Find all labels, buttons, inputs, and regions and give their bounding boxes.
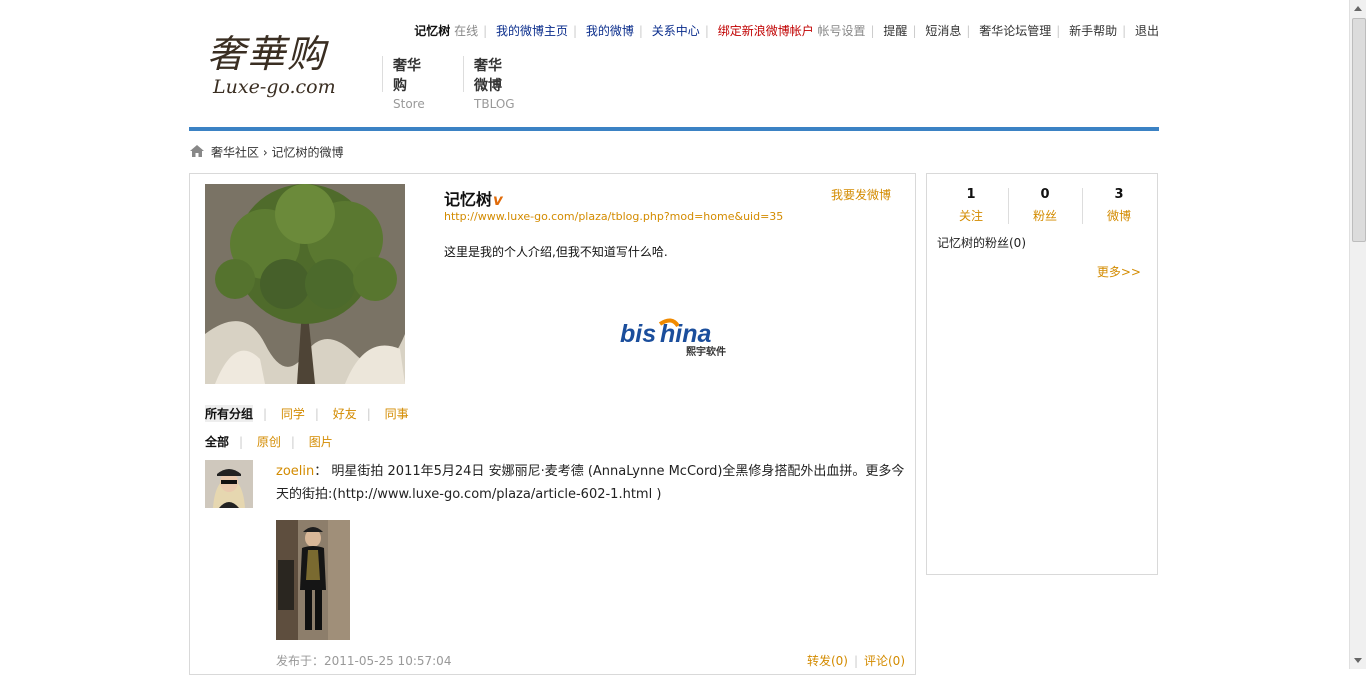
sidebar-panel: 1 关注 0 粉丝 3 微博 记忆树的粉丝(0) 更多>> [926,173,1158,575]
feed-author[interactable]: zoelin [276,464,314,479]
scroll-thumb[interactable] [1352,18,1366,242]
more-fans-link[interactable]: 更多>> [1097,263,1141,280]
comment-button[interactable]: 评论(0) [864,654,905,668]
group-colleagues[interactable]: 同事 [385,405,409,422]
scroll-down-icon[interactable] [1354,658,1362,663]
stat-following[interactable]: 1 关注 [935,186,1007,225]
mainnav-tblog[interactable]: 奢华微博 TBLOG [463,56,515,111]
scroll-up-icon[interactable] [1354,6,1362,11]
feed-time: 发布于：2011-05-25 10:57:04 [276,654,452,668]
feed-image[interactable] [276,520,350,640]
feed-text: zoelin： 明星街拍 2011年5月24日 安娜丽尼·麦考德 (AnnaLy… [276,460,906,506]
logo-cn: 奢華购 [207,32,328,76]
group-filter: 所有分组 | 同学 | 好友 | 同事 [205,405,409,422]
stat-followers[interactable]: 0 粉丝 [1009,186,1081,225]
group-friends[interactable]: 好友 [333,405,357,422]
profile-name: 记忆树v [444,186,503,210]
svg-text:bis: bis [620,320,656,348]
top-nav: 记忆树 在线 | 我的微博主页 | 我的微博 | 关系中心 | 绑定新浪微博帐户 帐号设… [414,22,1159,39]
stat-posts-num: 3 [1114,187,1124,202]
user-stats: 1 关注 0 粉丝 3 微博 [935,186,1149,226]
stat-followers-num: 0 [1040,187,1050,202]
nav-bind-sina[interactable]: 绑定新浪微博帐户 [718,22,814,39]
profile-panel: 记忆树v 我要发微博 http://www.luxe-go.com/plaza/… [189,173,916,675]
tab-all[interactable]: 全部 [205,435,229,449]
feed-content: 明星街拍 2011年5月24日 安娜丽尼·麦考德 (AnnaLynne McCo… [276,464,905,502]
header-divider [189,127,1159,131]
stat-posts-label: 微博 [1106,209,1131,223]
feed-actions: 转发(0) | 评论(0) [806,654,905,668]
mainnav-tblog-sub: TBLOG [474,97,515,111]
nav-logout[interactable]: 退出 [1135,22,1159,39]
post-weibo-button[interactable]: 我要发微博 [831,186,891,203]
feed-author-avatar[interactable] [205,460,253,508]
forward-button[interactable]: 转发(0) [807,654,848,668]
home-icon[interactable] [189,144,205,162]
online-status: 在线 [454,24,479,38]
feed-colon: ： [314,464,328,479]
profile-name-text: 记忆树 [444,190,493,209]
nav-my-weibo[interactable]: 我的微博 [586,22,634,39]
stat-posts[interactable]: 3 微博 [1083,186,1155,225]
ad-sub: 熙宇软件 [686,345,726,358]
nav-reminders[interactable]: 提醒 [883,22,907,39]
logo-en: Luxe-go.com [213,76,336,98]
stat-followers-label: 粉丝 [1032,209,1057,223]
breadcrumb-home[interactable]: 奢华社区 [211,146,259,160]
profile-avatar[interactable] [205,184,405,384]
site-logo[interactable]: 奢華购 Luxe-go.com [207,32,347,112]
nav-relations[interactable]: 关系中心 [652,22,700,39]
tab-images[interactable]: 图片 [309,435,333,449]
mainnav-store-title: 奢华购 [393,58,421,94]
ad-banner[interactable]: bis hina 熙宇软件 [620,312,740,362]
mainnav-store-sub: Store [393,97,425,111]
stat-following-num: 1 [966,187,976,202]
verified-icon: v [493,191,503,209]
group-all[interactable]: 所有分组 [205,405,254,422]
feed-tabs: 全部 | 原创 | 图片 [205,435,333,449]
profile-intro: 这里是我的个人介绍,但我不知道写什么哈. [444,245,668,259]
nav-help[interactable]: 新手帮助 [1069,22,1117,39]
current-user[interactable]: 记忆树 [414,22,450,39]
fans-title: 记忆树的粉丝(0) [937,236,1026,250]
page-scrollbar[interactable] [1349,0,1366,669]
svg-text:hina: hina [660,320,711,348]
mainnav-tblog-title: 奢华微博 [474,58,502,94]
nav-messages[interactable]: 短消息 [925,22,961,39]
mainnav-store[interactable]: 奢华购 Store [382,56,425,111]
nav-forum-admin[interactable]: 奢华论坛管理 [979,22,1051,39]
nav-account-settings[interactable]: 帐号设置 [818,22,866,39]
group-classmates[interactable]: 同学 [281,405,305,422]
nav-my-home[interactable]: 我的微博主页 [496,22,568,39]
tab-original[interactable]: 原创 [257,435,281,449]
breadcrumb-sep: › [262,145,268,160]
stat-following-label: 关注 [958,209,983,223]
breadcrumb-current: 记忆树的微博 [271,145,344,160]
breadcrumb: 奢华社区 › 记忆树的微博 [189,144,344,162]
profile-url-link[interactable]: http://www.luxe-go.com/plaza/tblog.php?m… [444,210,783,223]
page-container: 记忆树 在线 | 我的微博主页 | 我的微博 | 关系中心 | 绑定新浪微博帐户 帐号设… [189,0,1159,675]
